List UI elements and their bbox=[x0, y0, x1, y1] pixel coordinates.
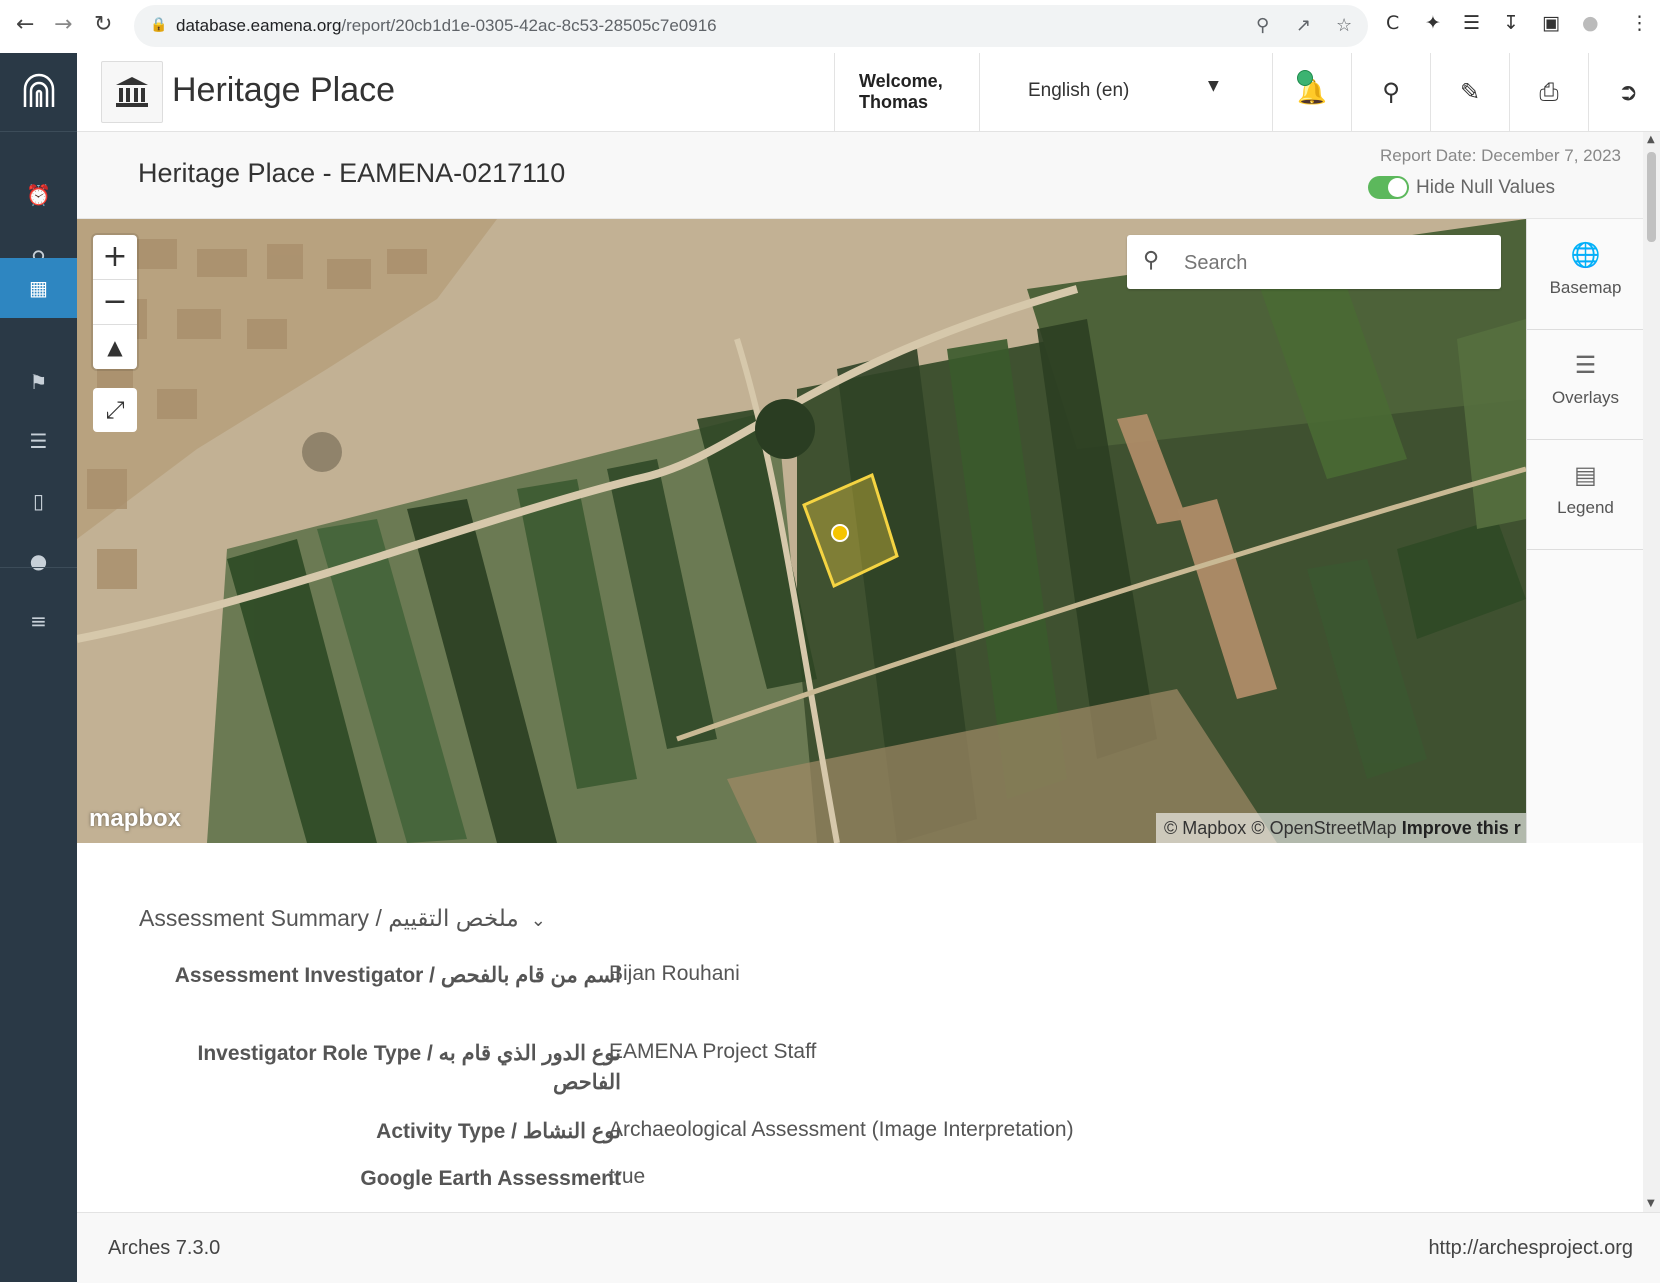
section-toggle[interactable]: Assessment Summary / ملخص التقييم ⌄ bbox=[139, 905, 546, 932]
field-value: true bbox=[609, 1165, 646, 1188]
star-icon[interactable]: ☆ bbox=[1336, 15, 1352, 36]
zoom-control: + − ▲ bbox=[93, 235, 137, 369]
map-search-input[interactable] bbox=[1182, 247, 1486, 279]
chevron-down-icon[interactable]: ▼ bbox=[1208, 78, 1219, 94]
back-arrow-icon[interactable]: ← bbox=[16, 12, 34, 37]
mobile-icon[interactable]: ▯ bbox=[0, 471, 77, 531]
report-icon[interactable]: ▦ bbox=[0, 258, 77, 318]
report-title: Heritage Place - EAMENA-0217110 bbox=[138, 158, 566, 188]
edit-pencil-icon[interactable]: ✎ bbox=[1431, 53, 1509, 131]
search-icon[interactable]: ⚲ bbox=[1352, 53, 1430, 131]
mapbox-logo[interactable]: mapbox bbox=[89, 805, 181, 833]
menu-lines-icon[interactable]: ≡ bbox=[0, 591, 77, 651]
compass-icon[interactable]: ▲ bbox=[93, 325, 137, 369]
notification-bell-icon[interactable]: 🔔 bbox=[1273, 53, 1351, 131]
map-search: ⚲ bbox=[1127, 235, 1501, 289]
arches-project-link[interactable]: http://archesproject.org bbox=[1428, 1237, 1633, 1260]
browser-toolbar: ← → ↻ 🔒 database.eamena.org/report/20cb1… bbox=[0, 0, 1660, 54]
field-value: Bijan Rouhani bbox=[609, 962, 740, 985]
reading-list-icon[interactable]: ☰ bbox=[1463, 12, 1480, 34]
legend-button[interactable]: ▤ Legend bbox=[1527, 439, 1644, 550]
overlays-button[interactable]: ☰ Overlays bbox=[1527, 329, 1644, 440]
museum-icon bbox=[101, 61, 163, 123]
search-icon: ⚲ bbox=[1143, 248, 1160, 273]
report-content: Assessment Summary / ملخص التقييم ⌄ Asses… bbox=[77, 843, 1643, 1212]
field-value: EAMENA Project Staff bbox=[609, 1040, 817, 1063]
satellite-map[interactable]: + − ▲ ⤢ ⚲ mapbox © Mapbox © OpenStreetMa… bbox=[77, 219, 1526, 843]
forward-arrow-icon[interactable]: → bbox=[54, 12, 72, 37]
hide-null-toggle[interactable] bbox=[1368, 176, 1409, 199]
bookmark-icon[interactable]: ⚑ bbox=[0, 352, 77, 412]
map-attribution: © Mapbox © OpenStreetMap Improve this r bbox=[1156, 813, 1526, 843]
report-date: Report Date: December 7, 2023 bbox=[1380, 146, 1621, 165]
side-panel-icon[interactable]: ▣ bbox=[1542, 12, 1560, 34]
recent-icon[interactable]: ⏰ bbox=[0, 165, 77, 225]
notification-badge bbox=[1297, 70, 1313, 86]
app-title: Heritage Place bbox=[172, 71, 396, 109]
scroll-thumb[interactable] bbox=[1647, 152, 1656, 242]
basemap-button[interactable]: 🌐 Basemap bbox=[1527, 219, 1644, 330]
app-header: Heritage Place Welcome, Thomas English (… bbox=[77, 53, 1660, 132]
report-header: Heritage Place - EAMENA-0217110 Report D… bbox=[77, 132, 1643, 219]
extension-icon[interactable]: C bbox=[1386, 12, 1399, 34]
zoom-out-icon[interactable]: − bbox=[93, 280, 137, 325]
url-text: database.eamena.org/report/20cb1d1e-0305… bbox=[176, 16, 717, 35]
legend-icon: ▤ bbox=[1574, 462, 1597, 489]
zoom-in-icon[interactable]: + bbox=[93, 235, 137, 280]
profile-avatar[interactable]: ● bbox=[1582, 12, 1599, 34]
user-icon[interactable]: ● bbox=[0, 531, 77, 591]
field-label: Google Earth Assessment bbox=[360, 1167, 621, 1190]
field-value: Archaeological Assessment (Image Interpr… bbox=[609, 1118, 1074, 1141]
satellite-imagery bbox=[77, 219, 1526, 843]
address-bar[interactable]: 🔒 database.eamena.org/report/20cb1d1e-03… bbox=[134, 5, 1368, 47]
scroll-up-icon[interactable]: ▲ bbox=[1647, 134, 1655, 145]
language-select[interactable]: English (en) bbox=[1028, 80, 1129, 102]
scroll-down-icon[interactable]: ▼ bbox=[1647, 1198, 1655, 1209]
field-label: Activity Type / نوع النشاط bbox=[376, 1120, 621, 1143]
page-footer: Arches 7.3.0 http://archesproject.org bbox=[77, 1212, 1660, 1283]
globe-icon: 🌐 bbox=[1570, 242, 1601, 269]
logout-icon[interactable]: ➲ bbox=[1589, 53, 1660, 131]
app-sidebar: ⏰ ⚲ ▦ ⚑ ☰ ▯ ● ≡ bbox=[0, 53, 77, 1282]
improve-map-link[interactable]: Improve this r bbox=[1402, 818, 1521, 838]
fullscreen-icon[interactable]: ⤢ bbox=[93, 388, 137, 432]
chevron-down-icon: ⌄ bbox=[530, 910, 546, 930]
lock-icon: 🔒 bbox=[150, 17, 168, 33]
hide-null-label: Hide Null Values bbox=[1416, 177, 1556, 198]
list-icon: ☰ bbox=[1574, 352, 1597, 379]
version-label: Arches 7.3.0 bbox=[108, 1237, 221, 1259]
arches-logo-icon bbox=[23, 73, 55, 107]
attribution-mapbox-link[interactable]: © Mapbox bbox=[1164, 818, 1246, 838]
map-tools-panel: 🌐 Basemap ☰ Overlays ▤ Legend bbox=[1526, 219, 1644, 843]
menu-dots-icon[interactable]: ⋮ bbox=[1630, 12, 1649, 34]
attribution-osm-link[interactable]: © OpenStreetMap bbox=[1251, 818, 1396, 838]
zoom-icon[interactable]: ⚲ bbox=[1256, 15, 1269, 36]
field-label: Assessment Investigator / اسم من قام بال… bbox=[174, 964, 621, 987]
share-icon[interactable]: ↗ bbox=[1296, 15, 1311, 36]
puzzle-icon[interactable]: ✦ bbox=[1425, 12, 1441, 34]
page-scrollbar[interactable]: ▲ ▼ bbox=[1643, 132, 1660, 1212]
reload-icon[interactable]: ↻ bbox=[94, 12, 112, 37]
arches-logo[interactable] bbox=[0, 53, 77, 132]
field-label: Investigator Role Type / نوع الدور الذي … bbox=[197, 1042, 621, 1094]
database-icon[interactable]: ☰ bbox=[0, 411, 77, 471]
welcome-user: Welcome, Thomas bbox=[859, 71, 943, 112]
download-icon[interactable]: ↧ bbox=[1503, 12, 1519, 34]
section-title: Assessment Summary / ملخص التقييم bbox=[139, 905, 519, 931]
print-icon[interactable]: ⎙ bbox=[1510, 53, 1588, 131]
